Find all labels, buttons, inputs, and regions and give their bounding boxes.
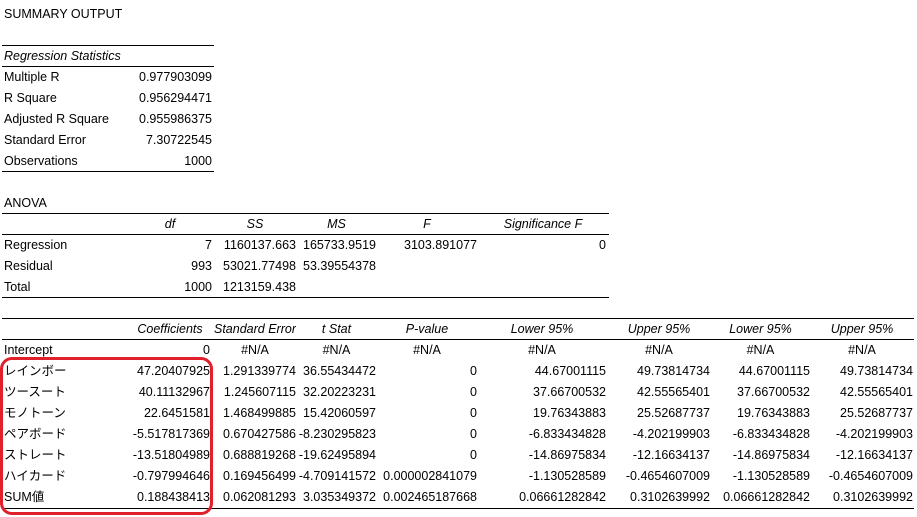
coef-cell: 37.66700532: [737, 385, 810, 399]
coef-cell: -4.709141572: [298, 469, 376, 483]
coef-cell: 0.06661282842: [519, 490, 606, 504]
regstat-label: R Square: [4, 91, 57, 105]
coef-cell: #N/A: [746, 343, 775, 357]
anova-cell-ss: 1160137.663: [223, 238, 296, 252]
coef-cell: 0.06661282842: [723, 490, 810, 504]
coef-cell: -19.62495894: [298, 448, 376, 462]
anova-cell-ss: 1213159.438: [223, 280, 296, 294]
coef-cell: 0: [470, 448, 477, 462]
coef-cell: 1.468499885: [223, 406, 296, 420]
coef-cell: 49.73814734: [637, 364, 710, 378]
coef-cell: 3.035349372: [303, 490, 376, 504]
coef-cell: 0: [470, 427, 477, 441]
anova-title: ANOVA: [4, 196, 47, 210]
anova-cell-ss: 53021.77498: [223, 259, 296, 273]
coef-cell: #N/A: [528, 343, 556, 357]
anova-cell-df: 993: [191, 259, 212, 273]
coef-cell: #N/A: [322, 343, 351, 357]
coef-cell: 0: [470, 364, 477, 378]
anova-bottom-rule: [2, 297, 609, 298]
anova-cell-ms: 165733.9519: [303, 238, 376, 252]
coef-cell: 25.52687737: [840, 406, 913, 420]
coef-cell: 1.291339774: [223, 364, 296, 378]
regstat-header: Regression Statistics: [4, 49, 121, 63]
coef-cell: #N/A: [241, 343, 269, 357]
anova-header-df: df: [164, 217, 176, 231]
coef-header: t Stat: [321, 322, 352, 336]
coef-cell: 25.52687737: [637, 406, 710, 420]
coef-cell: 0.000002841079: [383, 469, 477, 483]
coef-header: Upper 95%: [627, 322, 691, 336]
anova-header-significance-f: Significance F: [503, 217, 583, 231]
anova-cell-ms: 53.39554378: [303, 259, 376, 273]
regstat-label: Standard Error: [4, 133, 86, 147]
anova-cell-df: 1000: [184, 280, 212, 294]
anova-header-ss: SS: [246, 217, 264, 231]
coef-cell: -14.86975834: [732, 448, 810, 462]
anova-row-label: Total: [4, 280, 31, 294]
regstat-value: 7.30722545: [145, 133, 212, 147]
coef-cell: 0.002465187668: [383, 490, 477, 504]
coef-cell: -1.130528589: [528, 469, 606, 483]
coef-cell: 19.76343883: [737, 406, 810, 420]
coef-cell: 0.688819268: [223, 448, 296, 462]
anova-header-ms: MS: [327, 217, 346, 231]
coef-cell: -6.833434828: [528, 427, 606, 441]
coef-cell: #N/A: [645, 343, 673, 357]
regstat-label: Observations: [4, 154, 78, 168]
coef-cell: -4.202199903: [632, 427, 710, 441]
coef-cell: 42.55565401: [840, 385, 913, 399]
coef-cell: -1.130528589: [732, 469, 810, 483]
coef-cell: 37.66700532: [533, 385, 606, 399]
coef-header: Lower 95%: [510, 322, 574, 336]
coef-cell: 32.20223231: [303, 385, 376, 399]
coef-cell: -6.833434828: [732, 427, 810, 441]
coef-cell: -4.202199903: [835, 427, 913, 441]
anova-cell-significance-f: 0: [599, 238, 606, 252]
coef-cell: 1.245607115: [223, 385, 296, 399]
coef-cell: 49.73814734: [840, 364, 913, 378]
anova-cell-df: 7: [205, 238, 212, 252]
red-highlight-box: [0, 357, 213, 515]
coef-cell: -12.16634137: [835, 448, 913, 462]
regstat-value: 0.977903099: [139, 70, 212, 84]
coef-cell: 0.3102639992: [833, 490, 913, 504]
coef-cell: 0.3102639992: [630, 490, 710, 504]
regstat-value: 0.955986375: [139, 112, 212, 126]
coef-header: Lower 95%: [729, 322, 792, 336]
regstat-bottom-rule: [2, 171, 214, 172]
anova-cell-f: 3103.891077: [404, 238, 477, 252]
coef-cell: 0: [470, 385, 477, 399]
coef-cell: 36.55434472: [303, 364, 376, 378]
regstat-value: 1000: [184, 154, 212, 168]
anova-header-f: F: [423, 217, 431, 231]
coef-cell: -0.4654607009: [625, 469, 710, 483]
coef-header: Upper 95%: [830, 322, 894, 336]
coef-cell: 44.67001115: [534, 364, 606, 378]
regstat-label: Multiple R: [4, 70, 60, 84]
coef-cell: 0.062081293: [223, 490, 296, 504]
coef-cell: -8.230295823: [298, 427, 376, 441]
coef-cell: 44.67001115: [738, 364, 810, 378]
coef-cell: -0.4654607009: [828, 469, 913, 483]
regstat-label: Adjusted R Square: [4, 112, 109, 126]
coef-cell: -12.16634137: [632, 448, 710, 462]
coef-header: Coefficients: [137, 322, 203, 336]
summary-title: SUMMARY OUTPUT: [4, 7, 123, 21]
coef-cell: #N/A: [848, 343, 876, 357]
coef-cell: 0.670427586: [223, 427, 296, 441]
coef-cell: 42.55565401: [637, 385, 710, 399]
anova-row-label: Residual: [4, 259, 53, 273]
anova-row-label: Regression: [4, 238, 68, 252]
coef-cell: 19.76343883: [533, 406, 606, 420]
coef-cell: 0.169456499: [223, 469, 296, 483]
coef-header: Standard Error: [214, 322, 296, 336]
coef-cell: #N/A: [413, 343, 441, 357]
coef-cell: -14.86975834: [528, 448, 606, 462]
regstat-value: 0.956294471: [139, 91, 212, 105]
coef-cell: 0: [470, 406, 477, 420]
coef-cell: 15.42060597: [303, 406, 376, 420]
coef-header: P-value: [405, 322, 449, 336]
